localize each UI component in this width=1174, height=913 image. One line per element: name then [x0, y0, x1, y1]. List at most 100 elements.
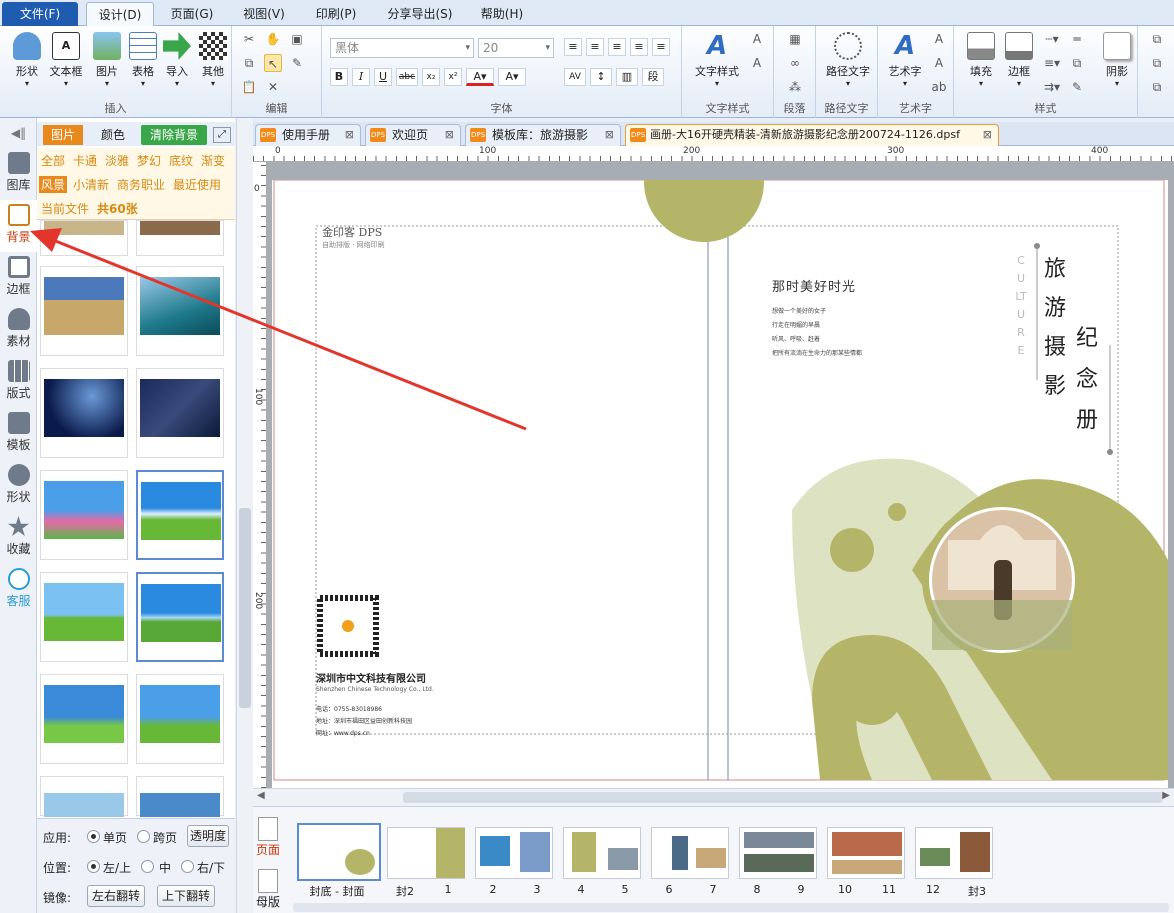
strip-tab-pages[interactable]: 页面 [253, 817, 283, 858]
superscript-icon[interactable]: x² [444, 68, 462, 86]
filter-recent[interactable]: 最近使用 [173, 176, 221, 193]
leftbar-border[interactable]: 边框 [0, 252, 37, 304]
leftbar-support[interactable]: 客服 [0, 564, 37, 616]
arrow-style-icon[interactable]: ⇉▾ [1040, 78, 1064, 96]
copy-style-icon[interactable]: ⧉ [1068, 54, 1086, 72]
menu-print[interactable]: 印刷(P) [306, 2, 366, 26]
canvas-horizontal-scrollbar[interactable]: ◀ ▶ [253, 788, 1174, 806]
filter-cartoon[interactable]: 卡通 [73, 152, 97, 169]
leftbar-favorites[interactable]: 收藏 [0, 512, 37, 564]
spread-page[interactable]: 金印客 DPS 自助排版 · 网络印刷 那时美好时光 想做一个美好的女子 行走在… [272, 180, 1168, 788]
bold-icon[interactable]: B [330, 68, 348, 86]
font-family-select[interactable]: 黑体 [330, 38, 474, 58]
bg-thumb-11[interactable] [40, 674, 128, 764]
h-scroll-thumb[interactable] [403, 792, 1163, 803]
fill-button[interactable]: 填充 ▾ [962, 32, 1000, 94]
filter-fresh[interactable]: 小清新 [73, 176, 109, 193]
align-center-icon[interactable]: ≡ [586, 38, 604, 56]
doctab-album[interactable]: DPS 画册-大16开硬壳精装-清新旅游摄影纪念册200724-1126.dpsf… [625, 124, 999, 146]
bg-thumb-2[interactable] [136, 220, 224, 256]
arrange-back-icon[interactable]: ⧉ [1148, 54, 1166, 72]
thumb-pages-8-9[interactable] [739, 827, 817, 879]
leftbar-layout[interactable]: 版式 [0, 356, 37, 408]
underline-icon[interactable]: U [374, 68, 392, 86]
doctab-template-lib[interactable]: DPS 模板库：旅游摄影 ⊠ [465, 124, 621, 146]
bg-thumb-8[interactable] [136, 470, 224, 560]
menu-page[interactable]: 页面(G) [162, 2, 222, 26]
align-justify-icon[interactable]: ≡ [630, 38, 648, 56]
menu-file[interactable]: 文件(F) [2, 2, 78, 26]
panel-scroll-thumb[interactable] [239, 508, 251, 708]
char-spacing-icon[interactable]: AV [564, 68, 586, 86]
bg-thumb-3[interactable] [40, 266, 128, 356]
font-size-change-icon[interactable]: A▾ [498, 68, 526, 86]
art-edit-icon[interactable]: A [930, 30, 948, 48]
scroll-right-icon[interactable]: ▶ [1162, 790, 1170, 801]
thumb-pages-6-7[interactable] [651, 827, 729, 879]
flip-vertical-button[interactable]: 上下翻转 [157, 885, 215, 907]
close-icon[interactable]: ⊠ [983, 125, 992, 145]
bg-thumb-4[interactable] [136, 266, 224, 356]
filter-gradient[interactable]: 渐变 [201, 152, 225, 169]
panel-scrollbar[interactable] [236, 118, 253, 913]
table-button[interactable]: 表格 ▾ [124, 32, 162, 94]
paste-icon[interactable]: 📋 [240, 78, 258, 96]
shadow-text-icon[interactable]: A [748, 54, 766, 72]
line-spacing-icon[interactable]: ↕ [590, 68, 612, 86]
collapse-panel-button[interactable]: ◀‖ [0, 122, 37, 144]
art-text-button[interactable]: A 艺术字 ▾ [882, 32, 928, 94]
menu-view[interactable]: 视图(V) [234, 2, 294, 26]
link-icon[interactable]: ∞ [786, 54, 804, 72]
line-style-icon[interactable]: ═ [1068, 30, 1086, 48]
textbox-button[interactable]: A 文本框 ▾ [46, 32, 86, 94]
cut-icon[interactable]: ✂ [240, 30, 258, 48]
paragraph-icon[interactable]: ▦ [786, 30, 804, 48]
outline-text-icon[interactable]: A [748, 30, 766, 48]
art-effect-icon[interactable]: ab [930, 78, 948, 96]
apply-spread-radio[interactable] [137, 830, 150, 843]
text-style-button[interactable]: A 文字样式 ▾ [688, 32, 746, 94]
leftbar-shape[interactable]: 形状 [0, 460, 37, 512]
expand-icon[interactable]: ⤢ [213, 127, 231, 143]
other-button[interactable]: 其他 ▾ [194, 32, 232, 94]
import-button[interactable]: 导入 ▾ [158, 32, 196, 94]
bg-thumb-7[interactable] [40, 470, 128, 560]
subscript-icon[interactable]: x₂ [422, 68, 440, 86]
position-center-radio[interactable] [141, 860, 154, 873]
leftbar-template[interactable]: 模板 [0, 408, 37, 460]
line-dash-icon[interactable]: ┄▾ [1040, 30, 1064, 48]
line-weight-icon[interactable]: ≡▾ [1040, 54, 1064, 72]
bg-thumb-6[interactable] [136, 368, 224, 458]
bg-thumb-13[interactable] [40, 776, 128, 817]
shape-button[interactable]: 形状 ▾ [8, 32, 46, 94]
close-icon[interactable]: ⊠ [605, 125, 614, 145]
align-right-icon[interactable]: ≡ [608, 38, 626, 56]
close-icon[interactable]: ⊠ [345, 125, 354, 145]
format-brush-icon[interactable]: ✎ [288, 54, 306, 72]
align-left-icon[interactable]: ≡ [564, 38, 582, 56]
bg-thumb-9[interactable] [40, 572, 128, 662]
align-distribute-icon[interactable]: ≡ [652, 38, 670, 56]
bg-thumb-5[interactable] [40, 368, 128, 458]
tab-image[interactable]: 图片 [43, 125, 83, 145]
leftbar-gallery[interactable]: 图库 [0, 148, 37, 200]
canvas-area[interactable]: 金印客 DPS 自助排版 · 网络印刷 那时美好时光 想做一个美好的女子 行走在… [267, 162, 1174, 788]
menu-design[interactable]: 设计(D) [86, 2, 154, 26]
filter-business[interactable]: 商务职业 [117, 176, 165, 193]
filter-all[interactable]: 全部 [41, 152, 65, 169]
tab-color[interactable]: 颜色 [93, 125, 133, 145]
bg-thumb-10[interactable] [136, 572, 224, 662]
hand-icon[interactable]: ✋ [264, 30, 282, 48]
image-button[interactable]: 图片 ▾ [88, 32, 126, 94]
filter-texture[interactable]: 底纹 [169, 152, 193, 169]
copy-icon[interactable]: ⧉ [240, 54, 258, 72]
image-edit-icon[interactable]: ▣ [288, 30, 306, 48]
position-right-radio[interactable] [181, 860, 194, 873]
thumb-cover[interactable] [297, 823, 381, 881]
thumb-inside-cover[interactable] [387, 827, 465, 879]
bullet-icon[interactable]: ⁂ [786, 78, 804, 96]
apply-single-radio[interactable] [87, 830, 100, 843]
bg-thumb-1[interactable] [40, 220, 128, 256]
border-button[interactable]: 边框 ▾ [1000, 32, 1038, 94]
current-file-filter[interactable]: 当前文件 [41, 200, 89, 217]
